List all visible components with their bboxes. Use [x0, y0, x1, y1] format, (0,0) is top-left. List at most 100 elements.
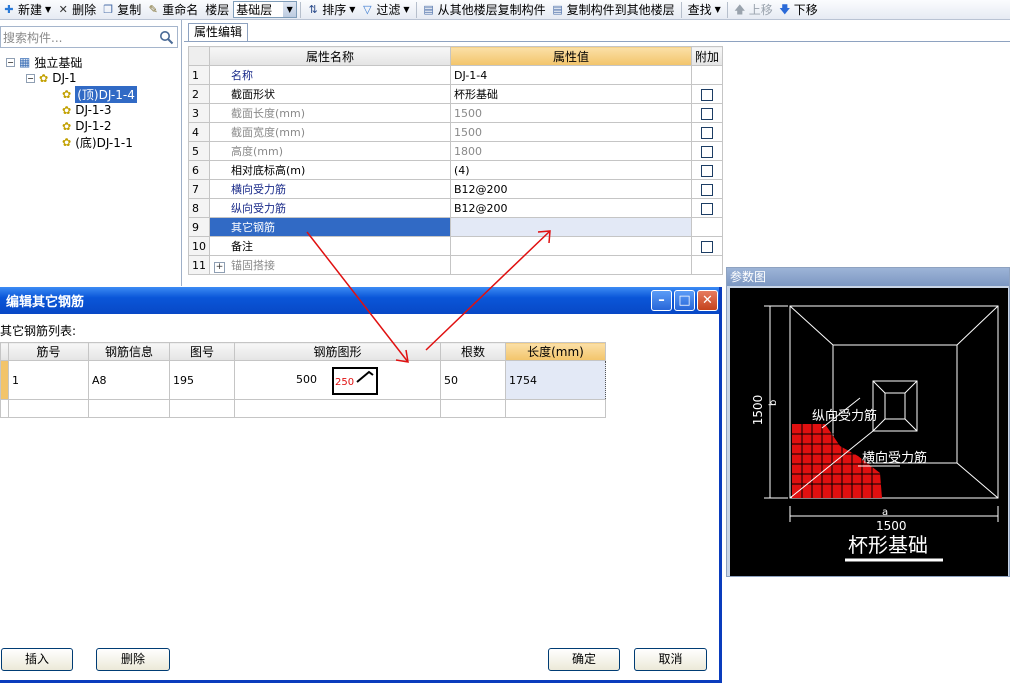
label-transverse-rebar: 横向受力筋: [862, 450, 927, 466]
table-row[interactable]: 1 A8 195 500 250 50 1754: [0, 360, 606, 400]
floor-select[interactable]: 基础层 ▼: [233, 1, 298, 18]
header-rebar-shape: 钢筋图形: [234, 342, 441, 361]
maximize-icon: □: [678, 293, 691, 308]
checkbox[interactable]: [701, 202, 713, 215]
floor-label: 楼层: [205, 3, 230, 17]
diagram-caption: 杯形基础: [848, 533, 928, 557]
hook-icon: [356, 370, 374, 383]
separator: [680, 1, 682, 18]
copy-button[interactable]: ❐ 复制: [99, 1, 144, 19]
maximize-button[interactable]: □: [674, 290, 695, 311]
parameter-diagram-title: 参数图: [727, 268, 1009, 286]
table-row[interactable]: 5 高度(mm) 1800: [188, 141, 723, 161]
rebar-shape-cell[interactable]: 500 250: [234, 360, 441, 400]
move-down-button[interactable]: 🡇 下移: [776, 1, 821, 19]
cup-foundation-diagram: 1500 b a 1500 纵向受力筋 横向受力筋 杯形基础: [730, 288, 1008, 576]
table-row[interactable]: 4 截面宽度(mm) 1500: [188, 122, 723, 142]
dimension-vertical: 1500: [751, 395, 765, 426]
header-count: 根数: [440, 342, 506, 361]
checkbox[interactable]: [701, 145, 713, 158]
search-icon[interactable]: [159, 30, 174, 45]
checkbox[interactable]: [701, 126, 713, 139]
copy-to-other-floor-button[interactable]: ▤ 复制构件到其他楼层: [549, 1, 678, 19]
property-value-header: 属性值: [450, 46, 692, 66]
row-number-header: [188, 46, 210, 66]
table-row[interactable]: 6 相对底标高(m) (4): [188, 160, 723, 180]
separator: [415, 1, 417, 18]
chevron-down-icon: ▼: [283, 2, 297, 17]
gear-icon: ✿: [62, 87, 72, 101]
header-rebar-info: 钢筋信息: [88, 342, 170, 361]
table-row[interactable]: 11 + 锚固搭接: [188, 255, 723, 275]
insert-button[interactable]: 插入: [1, 648, 73, 671]
table-row[interactable]: [0, 399, 606, 418]
search-input[interactable]: 搜索构件...: [0, 26, 178, 48]
label-longitudinal-rebar: 纵向受力筋: [812, 408, 877, 424]
gear-icon: ✿: [62, 135, 72, 149]
move-up-button[interactable]: 🡅 上移: [731, 1, 776, 19]
tree-node-root[interactable]: − ▦ 独立基础: [6, 54, 82, 70]
rename-button[interactable]: ✎ 重命名: [144, 1, 201, 19]
checkbox[interactable]: [701, 88, 713, 101]
dimension-a: a: [882, 507, 888, 518]
delete-button[interactable]: ✕ 删除: [54, 1, 99, 19]
copy-to-floor-icon: ▤: [552, 2, 563, 16]
delete-row-button[interactable]: 删除: [96, 648, 170, 671]
table-row[interactable]: 7 横向受力筋 B12@200: [188, 179, 723, 199]
sort-button[interactable]: ⇅ 排序 ▼: [304, 1, 358, 19]
property-extra-header: 附加: [691, 46, 723, 66]
other-rebar-table: 筋号 钢筋信息 图号 钢筋图形 根数 长度(mm) 1 A8 195 500 2…: [0, 342, 606, 418]
copy-from-floor-icon: ▤: [423, 2, 434, 16]
collapse-icon[interactable]: −: [26, 73, 35, 83]
table-row[interactable]: 10 备注: [188, 236, 723, 256]
table-row[interactable]: 9 其它钢筋: [188, 217, 723, 237]
rename-icon: ✎: [148, 2, 158, 16]
table-row[interactable]: 8 纵向受力筋 B12@200: [188, 198, 723, 218]
checkbox[interactable]: [701, 164, 713, 177]
dialog-title-bar[interactable]: 编辑其它钢筋: [0, 287, 719, 314]
tab-property-edit[interactable]: 属性编辑: [188, 23, 248, 41]
main-toolbar: ✚ 新建 ▼ ✕ 删除 ❐ 复制 ✎ 重命名 楼层 基础层 ▼ ⇅ 排序 ▼ ▽ 过滤 ▼ ▤ 从其他…: [0, 0, 1010, 20]
tab-divider: [184, 41, 1010, 42]
arrow-down-icon: 🡇: [779, 2, 791, 16]
header-shape-no: 图号: [169, 342, 235, 361]
tree-node-group[interactable]: − ✿ DJ-1: [26, 70, 77, 86]
cancel-button[interactable]: 取消: [634, 648, 707, 671]
minimize-button[interactable]: –: [651, 290, 672, 311]
tree-item[interactable]: ✿ (顶)DJ-1-4: [62, 85, 137, 103]
component-tree-panel: 搜索构件... − ▦ 独立基础 − ✿ DJ-1 ✿ (顶)DJ-1-4 ✿ …: [0, 20, 182, 286]
chevron-down-icon: ▼: [403, 5, 410, 14]
new-button[interactable]: ✚ 新建 ▼: [0, 1, 54, 19]
close-button[interactable]: ✕: [697, 290, 718, 311]
copy-icon: ❐: [103, 2, 114, 16]
checkbox[interactable]: [701, 183, 713, 196]
ok-button[interactable]: 确定: [548, 648, 620, 671]
parameter-diagram-panel: 参数图 1500 b a 1500 纵向受力筋 横向受力筋 杯形基础: [726, 267, 1010, 577]
filter-icon: ▽: [363, 2, 372, 16]
checkbox[interactable]: [701, 240, 713, 253]
find-button[interactable]: 查找 ▼: [685, 1, 724, 19]
tree-item[interactable]: ✿ DJ-1-2: [62, 118, 112, 134]
separator: [726, 1, 728, 18]
filter-button[interactable]: ▽ 过滤 ▼: [358, 1, 412, 19]
gear-icon: ✿: [39, 71, 49, 85]
expand-icon[interactable]: +: [214, 262, 225, 273]
chevron-down-icon: ▼: [45, 5, 52, 14]
tree-item[interactable]: ✿ DJ-1-3: [62, 102, 112, 118]
foundation-icon: ▦: [19, 55, 31, 69]
tree-item[interactable]: ✿ (底)DJ-1-1: [62, 134, 133, 150]
header-length: 长度(mm): [505, 342, 606, 361]
sort-icon: ⇅: [308, 2, 318, 16]
table-row[interactable]: 3 截面长度(mm) 1500: [188, 103, 723, 123]
collapse-icon[interactable]: −: [6, 57, 15, 67]
rebar-list-label: 其它钢筋列表:: [0, 324, 77, 338]
property-name-header: 属性名称: [209, 46, 451, 66]
chevron-down-icon: ▼: [714, 5, 721, 14]
separator: [300, 1, 302, 18]
checkbox[interactable]: [701, 107, 713, 120]
copy-from-other-floor-button[interactable]: ▤ 从其他楼层复制构件: [420, 1, 549, 19]
delete-icon: ✕: [58, 2, 68, 16]
table-row[interactable]: 2 截面形状 杯形基础: [188, 84, 723, 104]
table-row[interactable]: 1 名称 DJ-1-4: [188, 65, 723, 85]
dialog-body: 其它钢筋列表: 筋号 钢筋信息 图号 钢筋图形 根数 长度(mm) 1 A8 1…: [0, 314, 719, 680]
